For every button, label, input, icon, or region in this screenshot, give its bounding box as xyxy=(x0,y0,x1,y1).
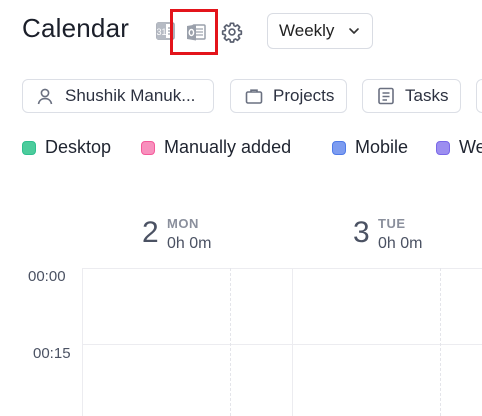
day-name-tue: TUE xyxy=(378,216,406,231)
projects-filter[interactable]: Projects xyxy=(230,79,347,113)
view-select-value: Weekly xyxy=(279,21,335,40)
legend-web-swatch xyxy=(436,140,450,155)
legend-desktop-label: Desktop xyxy=(45,137,112,157)
chevron-down-icon xyxy=(349,28,359,34)
legend-manual-swatch xyxy=(141,140,155,155)
slot-tue-0000[interactable] xyxy=(293,269,440,344)
task-list-icon xyxy=(378,87,394,105)
briefcase-icon xyxy=(245,89,263,104)
time-label-0015: 00:15 xyxy=(33,345,71,362)
slot-tue-0015[interactable] xyxy=(293,345,440,416)
day-number-tue: 3 xyxy=(353,216,370,249)
legend-manually-added: Manually added xyxy=(141,137,291,158)
projects-filter-label: Projects xyxy=(273,86,335,105)
day-hours-mon: 0h 0m xyxy=(167,235,212,252)
member-filter-label: Shushik Manuk... xyxy=(65,86,196,105)
tasks-filter[interactable]: Tasks xyxy=(362,79,461,113)
legend-web-label: We xyxy=(459,137,482,157)
legend-mobile-swatch xyxy=(332,140,346,155)
legend-desktop: Desktop xyxy=(22,137,111,158)
page-title: Calendar xyxy=(22,13,130,43)
view-select[interactable]: Weekly xyxy=(267,13,373,49)
tasks-filter-label: Tasks xyxy=(405,86,449,105)
svg-text:31: 31 xyxy=(156,27,166,37)
slot-mon-0015[interactable] xyxy=(82,345,230,416)
day-name-mon: MON xyxy=(167,216,199,231)
slot-mon-0000[interactable] xyxy=(82,269,230,344)
legend-mobile: Mobile xyxy=(332,137,408,158)
member-filter[interactable]: Shushik Manuk... xyxy=(22,79,214,113)
legend-desktop-swatch xyxy=(22,140,36,155)
user-icon xyxy=(37,88,53,105)
legend-web: We xyxy=(436,137,482,158)
day-hours-tue: 0h 0m xyxy=(378,235,423,252)
legend-manual-label: Manually added xyxy=(164,137,292,157)
more-filter[interactable] xyxy=(476,79,482,113)
gear-icon[interactable] xyxy=(221,21,243,43)
day-number-mon: 2 xyxy=(142,216,159,249)
time-label-0000: 00:00 xyxy=(28,268,66,285)
legend-mobile-label: Mobile xyxy=(355,137,409,157)
grid-column-half-tue xyxy=(440,268,441,416)
highlight-box xyxy=(170,9,218,55)
grid-column-half-mon xyxy=(230,268,231,416)
